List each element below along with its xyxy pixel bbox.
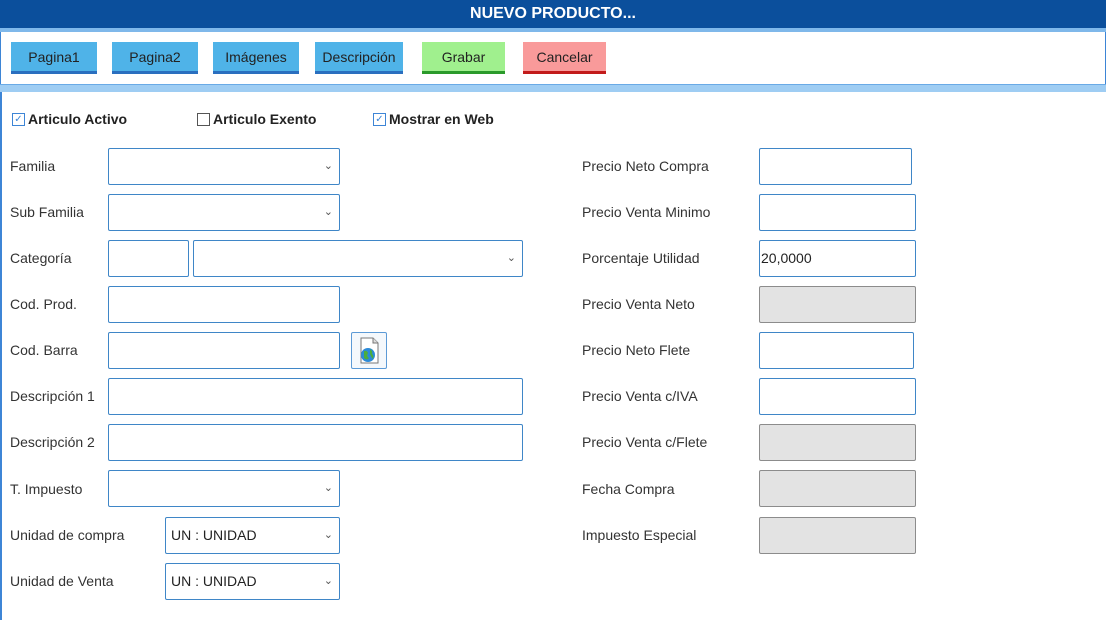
neto-compra-input[interactable] (759, 148, 912, 185)
utilidad-label: Porcentaje Utilidad (582, 250, 700, 266)
chevron-down-icon: ⌄ (323, 482, 333, 494)
codbarra-input[interactable] (108, 332, 340, 369)
impuesto-especial-label: Impuesto Especial (582, 527, 697, 543)
neto-flete-label: Precio Neto Flete (582, 342, 691, 358)
imagenes-button[interactable]: Imágenes (213, 42, 299, 74)
venta-iva-input[interactable] (759, 378, 916, 415)
unidad-venta-label: Unidad de Venta (10, 573, 114, 589)
codprod-label: Cod. Prod. (10, 296, 77, 312)
codbarra-label: Cod. Barra (10, 342, 78, 358)
unidad-compra-value: UN : UNIDAD (171, 527, 257, 543)
mostrar-web-checkbox[interactable]: ✓ Mostrar en Web (373, 111, 494, 127)
venta-flete-label: Precio Venta c/Flete (582, 434, 708, 450)
chevron-down-icon: ⌄ (323, 160, 333, 172)
descripcion-button[interactable]: Descripción (315, 42, 403, 74)
barcode-generate-button[interactable] (351, 332, 387, 369)
desc1-label: Descripción 1 (10, 388, 95, 404)
impuesto-especial-input (759, 517, 916, 554)
unchecked-icon (197, 112, 210, 126)
unidad-compra-label: Unidad de compra (10, 527, 125, 543)
fecha-compra-input (759, 470, 916, 507)
articulo-activo-checkbox[interactable]: ✓ Articulo Activo (12, 111, 127, 127)
venta-iva-label: Precio Venta c/IVA (582, 388, 698, 404)
impuesto-select[interactable]: ⌄ (108, 470, 340, 507)
fecha-compra-label: Fecha Compra (582, 481, 675, 497)
chevron-down-icon: ⌄ (506, 252, 516, 264)
venta-flete-input (759, 424, 916, 461)
neto-compra-label: Precio Neto Compra (582, 158, 709, 174)
impuesto-label: T. Impuesto (10, 481, 83, 497)
subfamilia-select[interactable]: ⌄ (108, 194, 340, 231)
pagina2-button[interactable]: Pagina2 (112, 42, 198, 74)
articulo-exento-label: Articulo Exento (213, 111, 317, 127)
mostrar-web-label: Mostrar en Web (389, 111, 494, 127)
chevron-down-icon: ⌄ (323, 529, 333, 541)
categoria-select[interactable]: ⌄ (193, 240, 523, 277)
articulo-activo-label: Articulo Activo (28, 111, 128, 127)
familia-select[interactable]: ⌄ (108, 148, 340, 185)
codprod-input[interactable] (108, 286, 340, 323)
subfamilia-label: Sub Familia (10, 204, 84, 220)
unidad-compra-select[interactable]: UN : UNIDAD ⌄ (165, 517, 340, 554)
desc2-input[interactable] (108, 424, 523, 461)
pagina1-button[interactable]: Pagina1 (11, 42, 97, 74)
chevron-down-icon: ⌄ (323, 575, 333, 587)
unidad-venta-select[interactable]: UN : UNIDAD ⌄ (165, 563, 340, 600)
cancelar-button[interactable]: Cancelar (523, 42, 606, 74)
categoria-label: Categoría (10, 250, 72, 266)
globe-document-icon (360, 337, 379, 364)
desc2-label: Descripción 2 (10, 434, 95, 450)
venta-neto-label: Precio Venta Neto (582, 296, 695, 312)
categoria-code-input[interactable] (108, 240, 189, 277)
grabar-button[interactable]: Grabar (422, 42, 505, 74)
venta-minimo-input[interactable] (759, 194, 916, 231)
neto-flete-input[interactable] (759, 332, 914, 369)
chevron-down-icon: ⌄ (323, 206, 333, 218)
toolbar: Pagina1 Pagina2 Imágenes Descripción Gra… (0, 32, 1106, 84)
window-title: NUEVO PRODUCTO... (0, 0, 1106, 28)
articulo-exento-checkbox[interactable]: Articulo Exento (197, 111, 316, 127)
toolbar-separator (0, 84, 1106, 92)
unidad-venta-value: UN : UNIDAD (171, 573, 257, 589)
desc1-input[interactable] (108, 378, 523, 415)
checked-icon: ✓ (373, 112, 386, 126)
familia-label: Familia (10, 158, 56, 174)
checked-icon: ✓ (12, 112, 25, 126)
utilidad-input[interactable]: 20,0000 (759, 240, 916, 277)
venta-minimo-label: Precio Venta Minimo (582, 204, 711, 220)
venta-neto-input (759, 286, 916, 323)
